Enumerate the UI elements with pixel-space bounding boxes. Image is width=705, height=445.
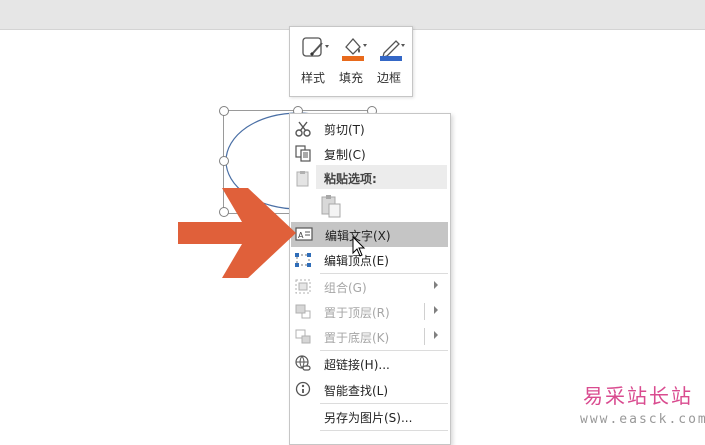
menu-item-bring-to-front[interactable]: 置于顶层(R) xyxy=(290,299,450,324)
hyperlink-globe-icon xyxy=(295,355,311,371)
menu-item-label: 剪切(T) xyxy=(324,123,365,137)
border-button[interactable]: 边框 xyxy=(370,33,408,89)
fill-button[interactable]: 填充 xyxy=(332,33,370,89)
smart-lookup-icon xyxy=(295,381,311,397)
submenu-arrow-icon xyxy=(434,281,438,289)
style-button[interactable]: 样式 xyxy=(294,33,332,89)
menu-item-label: 组合(G) xyxy=(324,281,367,295)
scissors-icon xyxy=(295,121,311,137)
clipboard-icon xyxy=(296,171,309,187)
paste-keep-formatting-icon[interactable] xyxy=(320,194,342,218)
send-to-back-icon xyxy=(295,329,311,344)
border-label: 边框 xyxy=(376,71,401,85)
mouse-cursor-icon xyxy=(352,236,366,257)
mini-toolbar: 样式 填充 边框 xyxy=(289,26,413,97)
copy-icon xyxy=(295,145,311,162)
menu-item-save-as-picture[interactable]: 另存为图片(S)... xyxy=(290,404,450,429)
menu-item-smart-lookup[interactable]: 智能查找(L) xyxy=(290,377,450,402)
submenu-arrow-icon xyxy=(434,306,438,314)
resize-handle-top-left[interactable] xyxy=(219,106,229,116)
watermark-url: www.easck.com xyxy=(580,412,705,427)
menu-item-copy[interactable]: 复制(C) xyxy=(290,141,450,166)
paint-bucket-icon xyxy=(342,38,367,61)
menu-item-edit-points[interactable]: 编辑顶点(E) xyxy=(290,247,450,272)
arrow-shape xyxy=(178,188,296,278)
menu-item-label: 复制(C) xyxy=(324,148,366,162)
paste-options-header: 粘贴选项: xyxy=(316,165,447,189)
menu-item-label: 另存为图片(S)... xyxy=(324,411,413,425)
submenu-arrow-icon xyxy=(434,331,438,339)
split-separator xyxy=(424,303,425,320)
menu-separator xyxy=(320,430,448,431)
pen-outline-icon xyxy=(380,40,405,61)
context-menu: 剪切(T) 复制(C) 粘贴选项: A 编辑文字(X) 编辑顶点(E) 组合(G… xyxy=(289,113,451,445)
menu-item-group[interactable]: 组合(G) xyxy=(290,274,450,299)
split-separator xyxy=(424,328,425,345)
style-label: 样式 xyxy=(300,71,325,85)
bring-to-front-icon xyxy=(295,304,311,319)
group-icon xyxy=(295,279,311,294)
menu-item-label: 智能查找(L) xyxy=(324,384,389,398)
menu-item-hyperlink[interactable]: 超链接(H)... xyxy=(290,351,450,376)
menu-item-label: 置于顶层(R) xyxy=(324,306,390,320)
shape-style-icon xyxy=(302,37,329,57)
border-color-bar xyxy=(380,56,402,61)
watermark-title: 易采站长站 xyxy=(583,384,693,408)
pointer-arrow-icon xyxy=(178,188,296,278)
menu-item-send-to-back[interactable]: 置于底层(K) xyxy=(290,324,450,349)
paste-options-label: 粘贴选项: xyxy=(324,172,377,186)
fill-color-bar xyxy=(342,56,364,61)
menu-item-label: 超链接(H)... xyxy=(324,358,390,372)
resize-handle-middle-left[interactable] xyxy=(219,156,229,166)
menu-item-cut[interactable]: 剪切(T) xyxy=(290,116,450,141)
menu-item-edit-text[interactable]: A 编辑文字(X) xyxy=(291,222,448,247)
menu-item-label: 置于底层(K) xyxy=(324,331,390,345)
fill-label: 填充 xyxy=(338,71,363,85)
